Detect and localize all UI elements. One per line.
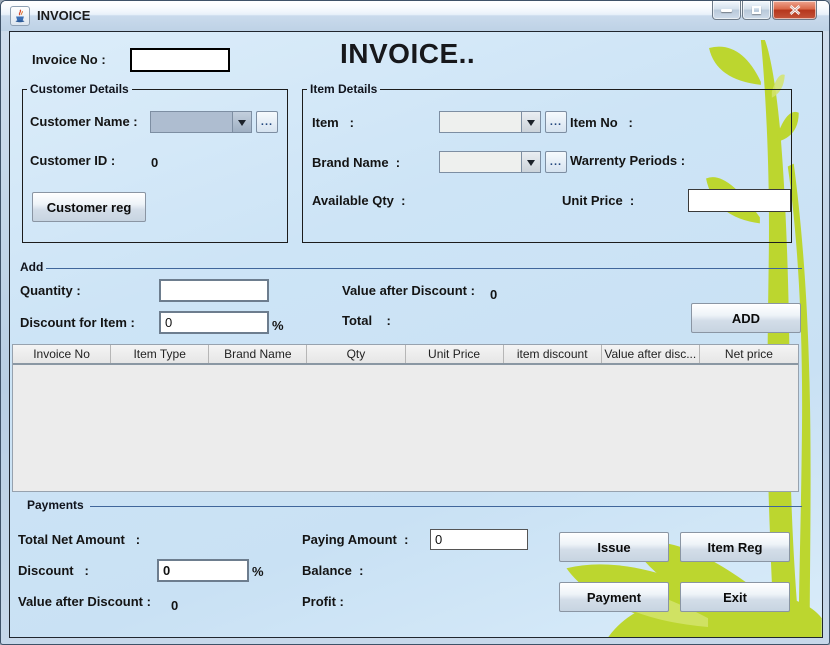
- window-title: INVOICE: [37, 8, 90, 23]
- unit-price-label: Unit Price :: [562, 193, 634, 208]
- invoice-window: INVOICE: [0, 0, 830, 645]
- total-label: Total :: [342, 313, 391, 328]
- brand-name-value: [440, 152, 521, 172]
- minimize-icon: [721, 9, 732, 12]
- item-dropdown-button[interactable]: [521, 112, 540, 132]
- column-header[interactable]: Item Type: [111, 345, 209, 363]
- chevron-down-icon: [527, 160, 535, 170]
- discount-for-item-label: Discount for Item :: [20, 315, 135, 330]
- customer-name-combobox[interactable]: [150, 111, 252, 133]
- total-net-amount-label: Total Net Amount :: [18, 532, 140, 547]
- customer-reg-button[interactable]: Customer reg: [32, 192, 146, 222]
- issue-button[interactable]: Issue: [559, 532, 669, 562]
- paying-amount-input[interactable]: [430, 529, 528, 550]
- customer-name-label: Customer Name :: [30, 114, 138, 129]
- column-header[interactable]: Qty: [307, 345, 405, 363]
- customer-name-dropdown-button[interactable]: [232, 112, 251, 132]
- item-no-label: Item No :: [570, 115, 633, 130]
- chevron-down-icon: [238, 120, 246, 130]
- items-table-header: Invoice No Item Type Brand Name Qty Unit…: [13, 345, 798, 365]
- maximize-icon: [752, 6, 761, 14]
- quantity-label: Quantity :: [20, 283, 81, 298]
- item-browse-button[interactable]: ...: [545, 111, 567, 133]
- title-bar: INVOICE: [1, 1, 829, 31]
- page-title: INVOICE..: [340, 38, 475, 70]
- brand-dropdown-button[interactable]: [521, 152, 540, 172]
- customer-browse-button[interactable]: ...: [256, 111, 278, 133]
- payments-discount-label: Discount :: [18, 563, 89, 578]
- column-header[interactable]: Value after disc...: [602, 345, 700, 363]
- customer-details-title: Customer Details: [27, 82, 132, 96]
- customer-name-value: [151, 112, 232, 132]
- item-label: Item :: [312, 115, 354, 130]
- item-combobox[interactable]: [439, 111, 541, 133]
- invoice-no-input[interactable]: [130, 48, 230, 72]
- item-details-title: Item Details: [307, 82, 380, 96]
- maximize-button[interactable]: [742, 1, 771, 20]
- column-header[interactable]: Invoice No: [13, 345, 111, 363]
- payments-percent-sign: %: [252, 564, 264, 579]
- close-icon: [789, 5, 801, 15]
- payments-section-title: Payments: [27, 498, 84, 512]
- java-coffee-cup-icon: [10, 6, 30, 26]
- payments-section-divider: [90, 506, 802, 507]
- content-panel: Invoice No : INVOICE.. Customer Details …: [9, 31, 823, 638]
- exit-button[interactable]: Exit: [680, 582, 790, 612]
- brand-name-label: Brand Name :: [312, 155, 400, 170]
- add-button[interactable]: ADD: [691, 303, 801, 333]
- balance-label: Balance :: [302, 563, 363, 578]
- close-button[interactable]: [772, 1, 817, 20]
- items-table[interactable]: Invoice No Item Type Brand Name Qty Unit…: [12, 344, 799, 492]
- payments-discount-input[interactable]: [157, 559, 249, 582]
- item-value: [440, 112, 521, 132]
- payment-button[interactable]: Payment: [559, 582, 669, 612]
- column-header[interactable]: Net price: [700, 345, 798, 363]
- window-controls: [712, 1, 817, 20]
- column-header[interactable]: item discount: [504, 345, 602, 363]
- brand-name-combobox[interactable]: [439, 151, 541, 173]
- payments-value-after-discount-value: 0: [171, 598, 178, 613]
- brand-browse-button[interactable]: ...: [545, 151, 567, 173]
- minimize-button[interactable]: [712, 1, 741, 20]
- invoice-no-label: Invoice No :: [32, 52, 106, 67]
- value-after-discount-label: Value after Discount :: [342, 283, 475, 298]
- paying-amount-label: Paying Amount :: [302, 532, 408, 547]
- discount-for-item-input[interactable]: [159, 311, 269, 334]
- add-section-divider: [46, 268, 802, 269]
- value-after-discount-value: 0: [490, 287, 497, 302]
- titlebar-gloss: [1, 1, 829, 15]
- column-header[interactable]: Brand Name: [209, 345, 307, 363]
- column-header[interactable]: Unit Price: [406, 345, 504, 363]
- item-reg-button[interactable]: Item Reg: [680, 532, 790, 562]
- add-section-title: Add: [20, 260, 43, 274]
- payments-value-after-discount-label: Value after Discount :: [18, 594, 151, 609]
- unit-price-input[interactable]: [688, 189, 791, 212]
- available-qty-label: Available Qty :: [312, 193, 405, 208]
- discount-percent-sign: %: [272, 318, 284, 333]
- chevron-down-icon: [527, 120, 535, 130]
- quantity-input[interactable]: [159, 279, 269, 302]
- customer-id-value: 0: [151, 155, 158, 170]
- warrenty-periods-label: Warrenty Periods :: [570, 153, 685, 168]
- profit-label: Profit :: [302, 594, 344, 609]
- customer-id-label: Customer ID :: [30, 153, 115, 168]
- items-table-body: [13, 365, 798, 491]
